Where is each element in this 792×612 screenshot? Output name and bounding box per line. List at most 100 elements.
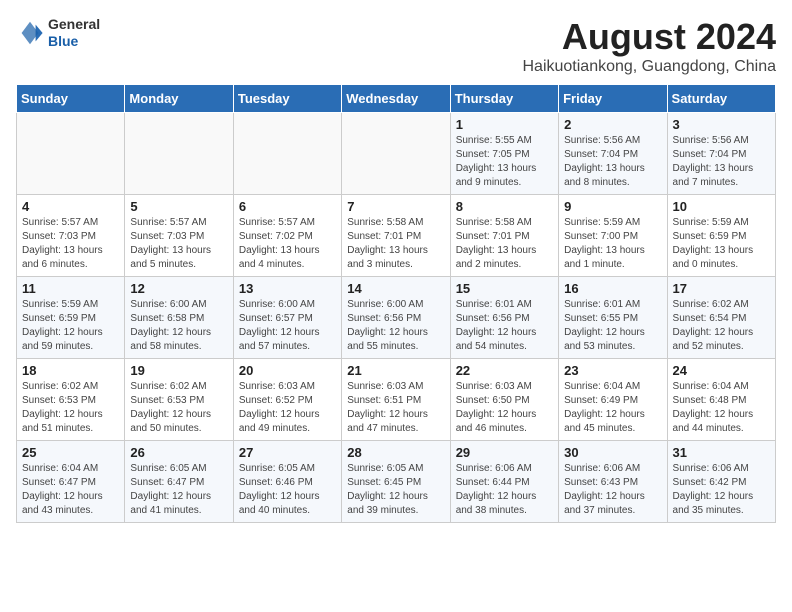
day-number: 29 xyxy=(456,445,553,460)
page-subtitle: Haikuotiankong, Guangdong, China xyxy=(522,58,776,76)
day-number: 19 xyxy=(130,363,227,378)
weekday-header: Tuesday xyxy=(233,85,341,113)
day-info: Sunrise: 6:02 AM Sunset: 6:53 PM Dayligh… xyxy=(22,380,119,436)
calendar-cell: 18Sunrise: 6:02 AM Sunset: 6:53 PM Dayli… xyxy=(17,359,125,441)
calendar-cell: 13Sunrise: 6:00 AM Sunset: 6:57 PM Dayli… xyxy=(233,277,341,359)
calendar-cell: 26 Sunrise: 6:05 AM Sunset: 6:47 PM Dayli… xyxy=(125,441,233,523)
day-info: Sunrise: 5:59 AM Sunset: 6:59 PM Dayligh… xyxy=(22,298,119,354)
day-number: 10 xyxy=(673,199,770,214)
logo-icon xyxy=(16,19,44,47)
day-number: 16 xyxy=(564,281,661,296)
day-number: 26 xyxy=(130,445,227,460)
day-info: Sunrise: 6:03 AM Sunset: 6:51 PM Dayligh… xyxy=(347,380,444,436)
day-info: Sunrise: 6:00 AM Sunset: 6:57 PM Dayligh… xyxy=(239,298,336,354)
calendar-cell xyxy=(17,113,125,195)
calendar-cell: 8 Sunrise: 5:58 AM Sunset: 7:01 PM Daylig… xyxy=(450,195,558,277)
calendar-cell: 28Sunrise: 6:05 AM Sunset: 6:45 PM Dayli… xyxy=(342,441,450,523)
day-number: 14 xyxy=(347,281,444,296)
day-info: Sunrise: 6:04 AM Sunset: 6:48 PM Dayligh… xyxy=(673,380,770,436)
day-info: Sunrise: 5:59 AM Sunset: 6:59 PM Dayligh… xyxy=(673,216,770,272)
calendar-cell: 3 Sunrise: 5:56 AM Sunset: 7:04 PM Daylig… xyxy=(667,113,775,195)
page-title: August 2024 xyxy=(522,16,776,58)
calendar-cell: 27Sunrise: 6:05 AM Sunset: 6:46 PM Dayli… xyxy=(233,441,341,523)
day-info: Sunrise: 5:58 AM Sunset: 7:01 PM Dayligh… xyxy=(456,216,553,272)
calendar-cell: 17 Sunrise: 6:02 AM Sunset: 6:54 PM Dayli… xyxy=(667,277,775,359)
day-number: 8 xyxy=(456,199,553,214)
calendar-cell: 5Sunrise: 5:57 AM Sunset: 7:03 PM Daylig… xyxy=(125,195,233,277)
day-info: Sunrise: 6:06 AM Sunset: 6:43 PM Dayligh… xyxy=(564,462,661,518)
calendar-cell: 25 Sunrise: 6:04 AM Sunset: 6:47 PM Dayli… xyxy=(17,441,125,523)
weekday-header: Sunday xyxy=(17,85,125,113)
day-number: 30 xyxy=(564,445,661,460)
day-number: 24 xyxy=(673,363,770,378)
day-number: 1 xyxy=(456,117,553,132)
logo-text: General Blue xyxy=(48,16,100,50)
calendar-cell: 24 Sunrise: 6:04 AM Sunset: 6:48 PM Dayli… xyxy=(667,359,775,441)
calendar-header-row: SundayMondayTuesdayWednesdayThursdayFrid… xyxy=(17,85,776,113)
calendar-cell: 2Sunrise: 5:56 AM Sunset: 7:04 PM Daylig… xyxy=(559,113,667,195)
calendar-cell: 15Sunrise: 6:01 AM Sunset: 6:56 PM Dayli… xyxy=(450,277,558,359)
calendar-week-row: 11 Sunrise: 5:59 AM Sunset: 6:59 PM Dayli… xyxy=(17,277,776,359)
day-info: Sunrise: 5:56 AM Sunset: 7:04 PM Dayligh… xyxy=(564,134,661,190)
day-number: 31 xyxy=(673,445,770,460)
logo: General Blue xyxy=(16,16,100,50)
calendar-cell: 16 Sunrise: 6:01 AM Sunset: 6:55 PM Dayli… xyxy=(559,277,667,359)
day-info: Sunrise: 5:59 AM Sunset: 7:00 PM Dayligh… xyxy=(564,216,661,272)
day-info: Sunrise: 6:04 AM Sunset: 6:49 PM Dayligh… xyxy=(564,380,661,436)
calendar-body: 1Sunrise: 5:55 AM Sunset: 7:05 PM Daylig… xyxy=(17,113,776,523)
day-number: 25 xyxy=(22,445,119,460)
day-number: 17 xyxy=(673,281,770,296)
calendar-table: SundayMondayTuesdayWednesdayThursdayFrid… xyxy=(16,84,776,523)
day-number: 23 xyxy=(564,363,661,378)
day-info: Sunrise: 5:56 AM Sunset: 7:04 PM Dayligh… xyxy=(673,134,770,190)
weekday-header: Monday xyxy=(125,85,233,113)
day-info: Sunrise: 6:04 AM Sunset: 6:47 PM Dayligh… xyxy=(22,462,119,518)
title-block: August 2024 Haikuotiankong, Guangdong, C… xyxy=(522,16,776,76)
day-info: Sunrise: 6:00 AM Sunset: 6:56 PM Dayligh… xyxy=(347,298,444,354)
day-info: Sunrise: 6:02 AM Sunset: 6:53 PM Dayligh… xyxy=(130,380,227,436)
calendar-cell: 10 Sunrise: 5:59 AM Sunset: 6:59 PM Dayli… xyxy=(667,195,775,277)
day-number: 22 xyxy=(456,363,553,378)
calendar-cell: 29 Sunrise: 6:06 AM Sunset: 6:44 PM Dayli… xyxy=(450,441,558,523)
calendar-cell xyxy=(233,113,341,195)
calendar-cell: 4 Sunrise: 5:57 AM Sunset: 7:03 PM Daylig… xyxy=(17,195,125,277)
day-info: Sunrise: 5:57 AM Sunset: 7:02 PM Dayligh… xyxy=(239,216,336,272)
calendar-cell: 22Sunrise: 6:03 AM Sunset: 6:50 PM Dayli… xyxy=(450,359,558,441)
day-info: Sunrise: 5:58 AM Sunset: 7:01 PM Dayligh… xyxy=(347,216,444,272)
day-number: 3 xyxy=(673,117,770,132)
day-number: 21 xyxy=(347,363,444,378)
day-info: Sunrise: 6:00 AM Sunset: 6:58 PM Dayligh… xyxy=(130,298,227,354)
day-info: Sunrise: 5:57 AM Sunset: 7:03 PM Dayligh… xyxy=(130,216,227,272)
calendar-week-row: 1Sunrise: 5:55 AM Sunset: 7:05 PM Daylig… xyxy=(17,113,776,195)
day-number: 12 xyxy=(130,281,227,296)
day-number: 28 xyxy=(347,445,444,460)
day-number: 4 xyxy=(22,199,119,214)
day-number: 15 xyxy=(456,281,553,296)
calendar-cell xyxy=(342,113,450,195)
weekday-header: Wednesday xyxy=(342,85,450,113)
calendar-cell: 30 Sunrise: 6:06 AM Sunset: 6:43 PM Dayli… xyxy=(559,441,667,523)
calendar-cell: 1Sunrise: 5:55 AM Sunset: 7:05 PM Daylig… xyxy=(450,113,558,195)
calendar-cell: 19 Sunrise: 6:02 AM Sunset: 6:53 PM Dayli… xyxy=(125,359,233,441)
day-info: Sunrise: 6:03 AM Sunset: 6:52 PM Dayligh… xyxy=(239,380,336,436)
day-info: Sunrise: 6:02 AM Sunset: 6:54 PM Dayligh… xyxy=(673,298,770,354)
weekday-header: Thursday xyxy=(450,85,558,113)
day-number: 20 xyxy=(239,363,336,378)
day-number: 7 xyxy=(347,199,444,214)
weekday-header: Friday xyxy=(559,85,667,113)
calendar-cell: 9Sunrise: 5:59 AM Sunset: 7:00 PM Daylig… xyxy=(559,195,667,277)
day-info: Sunrise: 5:57 AM Sunset: 7:03 PM Dayligh… xyxy=(22,216,119,272)
day-info: Sunrise: 6:01 AM Sunset: 6:55 PM Dayligh… xyxy=(564,298,661,354)
day-number: 6 xyxy=(239,199,336,214)
calendar-week-row: 18Sunrise: 6:02 AM Sunset: 6:53 PM Dayli… xyxy=(17,359,776,441)
calendar-cell: 6 Sunrise: 5:57 AM Sunset: 7:02 PM Daylig… xyxy=(233,195,341,277)
day-info: Sunrise: 6:06 AM Sunset: 6:44 PM Dayligh… xyxy=(456,462,553,518)
calendar-week-row: 25 Sunrise: 6:04 AM Sunset: 6:47 PM Dayli… xyxy=(17,441,776,523)
calendar-cell: 20 Sunrise: 6:03 AM Sunset: 6:52 PM Dayli… xyxy=(233,359,341,441)
day-info: Sunrise: 6:06 AM Sunset: 6:42 PM Dayligh… xyxy=(673,462,770,518)
page-header: General Blue August 2024 Haikuotiankong,… xyxy=(16,16,776,76)
day-number: 27 xyxy=(239,445,336,460)
day-info: Sunrise: 6:05 AM Sunset: 6:47 PM Dayligh… xyxy=(130,462,227,518)
weekday-header: Saturday xyxy=(667,85,775,113)
day-number: 11 xyxy=(22,281,119,296)
